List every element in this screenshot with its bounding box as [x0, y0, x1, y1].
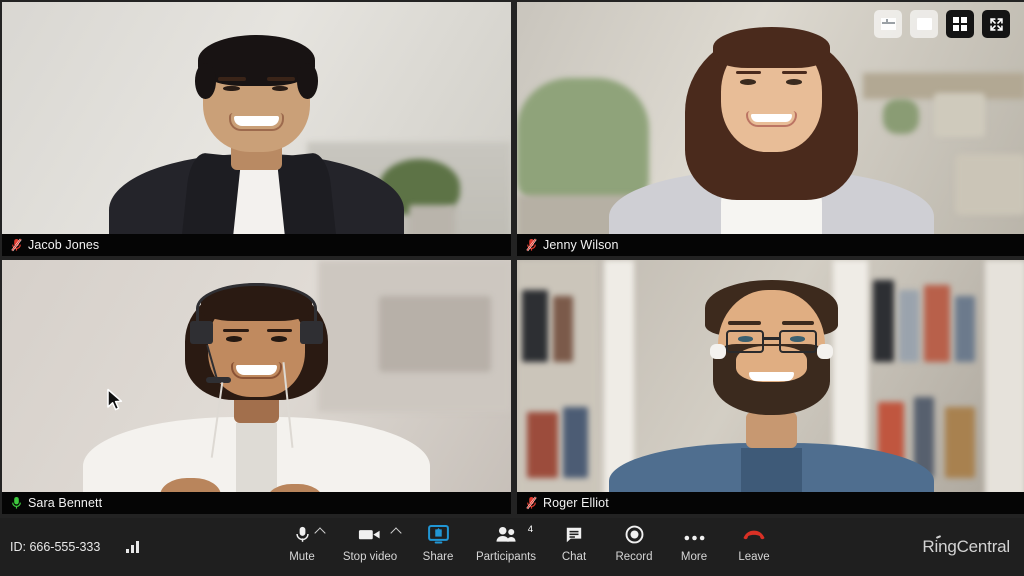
participant-name: Jenny Wilson — [543, 238, 619, 252]
more-button[interactable]: More — [664, 518, 724, 576]
leave-call-icon — [742, 528, 766, 546]
brand-text: ngCentral — [938, 537, 1010, 556]
meeting-window: Jacob Jones Jenny Wilson Sara Bennett Ro… — [0, 0, 1024, 576]
filmstrip-layout-icon — [880, 18, 896, 30]
record-button[interactable]: Record — [604, 518, 664, 576]
filmstrip-view-button[interactable] — [874, 10, 902, 38]
mute-options-chevron-icon[interactable] — [316, 526, 325, 535]
participants-button[interactable]: 4 Participants — [468, 518, 544, 576]
video-options-chevron-icon[interactable] — [392, 526, 401, 535]
signal-bars-icon — [126, 541, 140, 553]
toolbar-controls: Mute Stop video Share 4 Participants Cha… — [272, 518, 784, 576]
participant-tile-sara-bennett[interactable]: Sara Bennett — [2, 260, 511, 514]
chat-bubble-icon — [565, 526, 583, 549]
participant-namebar: Jenny Wilson — [517, 234, 1024, 256]
video-feed — [2, 260, 511, 514]
participant-namebar: Sara Bennett — [2, 492, 511, 514]
participants-icon — [495, 526, 518, 548]
participant-tile-roger-elliot[interactable]: Roger Elliot — [517, 260, 1024, 514]
video-feed — [517, 2, 1024, 256]
grid-layout-icon — [953, 17, 967, 31]
share-label: Share — [422, 551, 454, 563]
leave-label: Leave — [738, 551, 770, 563]
speaker-view-button[interactable] — [910, 10, 938, 38]
participants-label: Participants — [475, 551, 537, 563]
mute-label: Mute — [289, 551, 315, 563]
participant-namebar: Jacob Jones — [2, 234, 511, 256]
mic-muted-icon — [526, 238, 537, 252]
more-dots-icon — [684, 528, 705, 546]
more-label: More — [680, 551, 708, 563]
leave-button[interactable]: Leave — [724, 518, 784, 576]
video-grid: Jacob Jones Jenny Wilson Sara Bennett Ro… — [0, 0, 1024, 518]
fullscreen-icon — [989, 17, 1004, 32]
stop-video-label: Stop video — [342, 551, 398, 563]
mic-muted-icon — [11, 238, 22, 252]
chat-label: Chat — [561, 551, 587, 563]
chat-button[interactable]: Chat — [544, 518, 604, 576]
gallery-view-button[interactable] — [946, 10, 974, 38]
video-feed — [2, 2, 511, 256]
meeting-meta: ID: 666-555-333 — [10, 518, 140, 576]
mic-on-icon — [11, 496, 22, 510]
video-camera-icon — [358, 527, 382, 547]
meeting-toolbar: ID: 666-555-333 Mute Stop video Share 4 … — [0, 518, 1024, 576]
fullscreen-button[interactable] — [982, 10, 1010, 38]
participant-name: Sara Bennett — [28, 496, 103, 510]
share-button[interactable]: Share — [408, 518, 468, 576]
participants-count-badge: 4 — [527, 524, 533, 535]
stop-video-button[interactable]: Stop video — [332, 518, 408, 576]
record-label: Record — [615, 551, 653, 563]
video-feed — [517, 260, 1024, 514]
participant-name: Jacob Jones — [28, 238, 100, 252]
meeting-id: ID: 666-555-333 — [10, 540, 101, 554]
share-screen-icon — [427, 525, 449, 549]
speaker-layout-icon — [916, 18, 932, 30]
view-mode-controls — [874, 10, 1010, 38]
microphone-icon — [294, 525, 311, 549]
mic-muted-icon — [526, 496, 537, 510]
participant-name: Roger Elliot — [543, 496, 609, 510]
mute-button[interactable]: Mute — [272, 518, 332, 576]
participant-tile-jenny-wilson[interactable]: Jenny Wilson — [517, 2, 1024, 256]
participant-tile-jacob-jones[interactable]: Jacob Jones — [2, 2, 511, 256]
participant-namebar: Roger Elliot — [517, 492, 1024, 514]
ringcentral-logo: RingCentral — [922, 537, 1010, 556]
record-icon — [625, 525, 644, 549]
